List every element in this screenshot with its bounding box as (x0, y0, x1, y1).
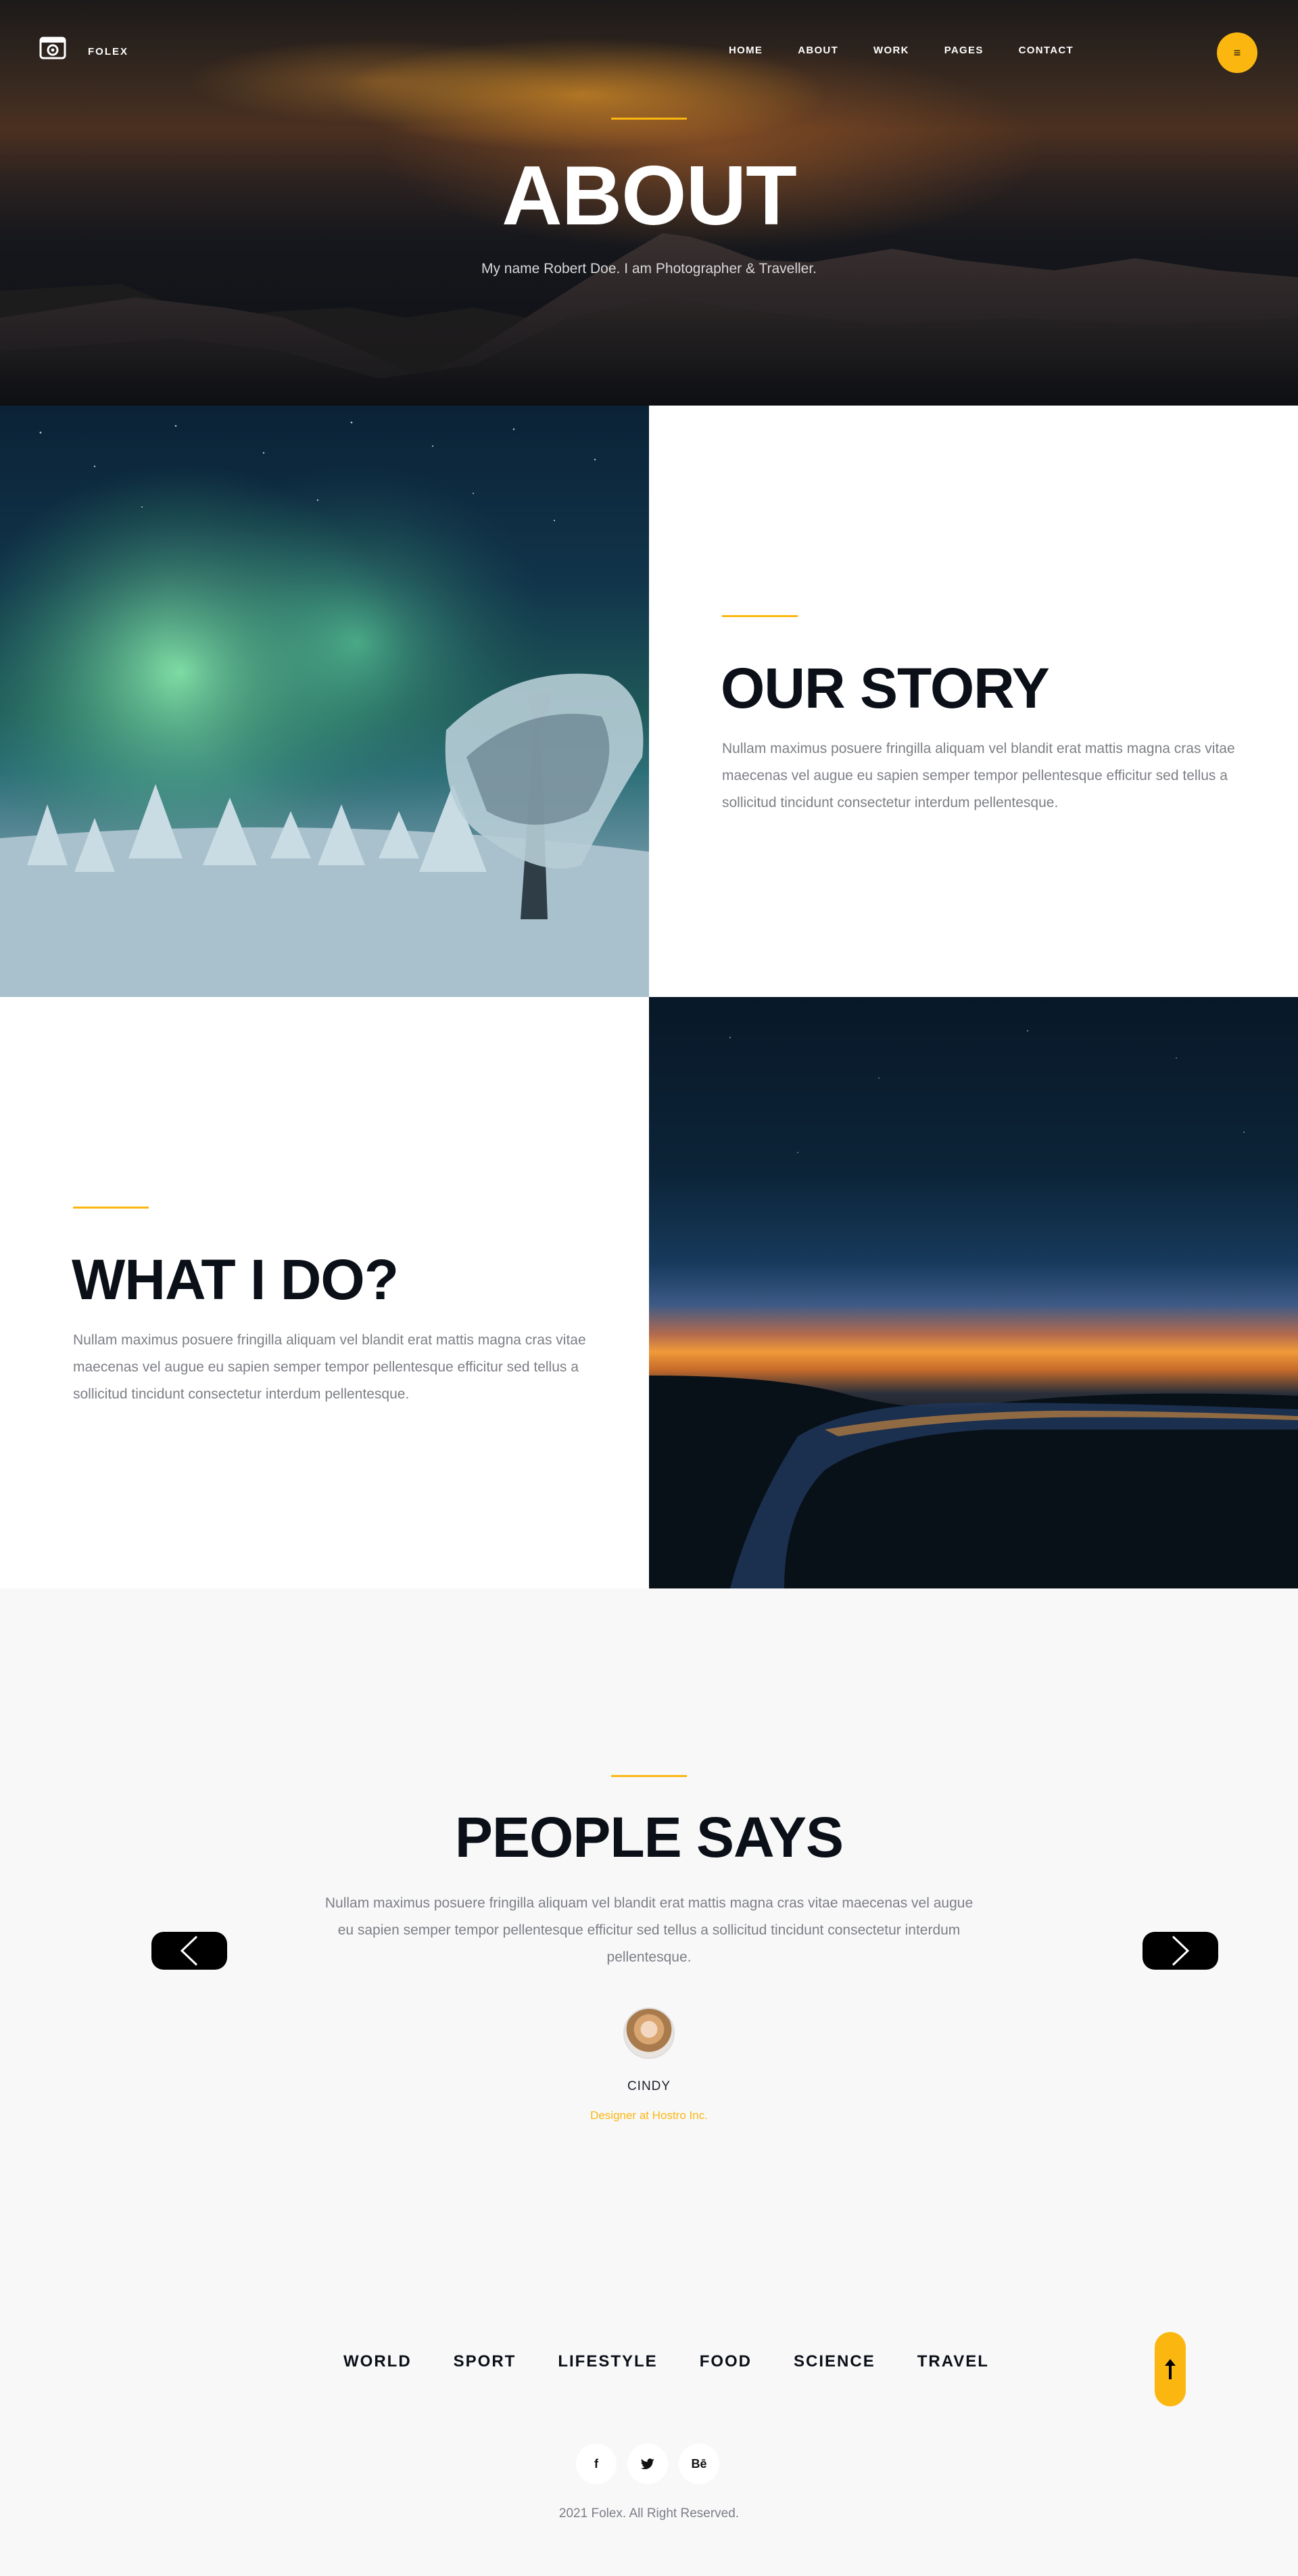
twitter-icon (641, 2458, 654, 2469)
whatido-accent-line (73, 1207, 149, 1209)
nav-item-work[interactable]: WORK (873, 45, 909, 56)
facebook-button[interactable]: f (576, 2444, 617, 2484)
footer-link-lifestyle[interactable]: LIFESTYLE (558, 2352, 657, 2371)
avatar (623, 2008, 675, 2059)
footer-link-world[interactable]: WORLD (343, 2352, 412, 2371)
what-i-do-section: WHAT I DO? Nullam maximus posuere fringi… (0, 997, 649, 1588)
footer-link-science[interactable]: SCIENCE (794, 2352, 875, 2371)
nav-item-home[interactable]: HOME (729, 45, 763, 56)
behance-button[interactable]: Bē (679, 2444, 719, 2484)
aurora-forest-image (0, 406, 649, 997)
testimonials-accent-line (611, 1775, 687, 1777)
nav-item-pages[interactable]: PAGES (944, 45, 984, 56)
whatido-title: WHAT I DO? (72, 1248, 399, 1311)
main-nav: FOLEX HOME ABOUT WORK PAGES CONTACT ≡ (0, 32, 1298, 73)
testimonials-section: PEOPLE SAYS Nullam maximus posuere fring… (0, 1588, 1298, 2278)
twitter-button[interactable] (627, 2444, 668, 2484)
story-title: OUR STORY (721, 656, 1050, 720)
footer: WORLD SPORT LIFESTYLE FOOD SCIENCE TRAVE… (0, 2278, 1298, 2576)
nav-menu: HOME ABOUT WORK PAGES CONTACT (729, 45, 1109, 56)
nav-item-about[interactable]: ABOUT (798, 45, 838, 56)
testimonials-title: PEOPLE SAYS (454, 1805, 844, 1869)
hero-section: FOLEX HOME ABOUT WORK PAGES CONTACT ≡ AB… (0, 0, 1298, 406)
footer-link-food[interactable]: FOOD (700, 2352, 752, 2371)
menu-toggle-button[interactable]: ≡ (1217, 32, 1257, 73)
footer-link-sport[interactable]: SPORT (454, 2352, 516, 2371)
footer-link-travel[interactable]: TRAVEL (917, 2352, 989, 2371)
chevron-right-icon (1172, 1935, 1190, 1966)
behance-icon: Bē (691, 2456, 707, 2471)
arrow-up-icon (1165, 2359, 1176, 2379)
brand-name[interactable]: FOLEX (88, 46, 128, 57)
footer-categories: WORLD SPORT LIFESTYLE FOOD SCIENCE TRAVE… (343, 2352, 1031, 2371)
next-testimonial-button[interactable] (1143, 1932, 1218, 1970)
hamburger-icon: ≡ (1233, 45, 1241, 59)
testimonial-author-role: Designer at Hostro Inc. (590, 2109, 708, 2122)
social-links: f Bē (576, 2444, 719, 2484)
prev-testimonial-button[interactable] (151, 1932, 227, 1970)
story-accent-line (722, 615, 798, 617)
chevron-left-icon (180, 1935, 198, 1966)
nav-item-contact[interactable]: CONTACT (1019, 45, 1074, 56)
hero-accent-line (611, 118, 687, 120)
facebook-icon: f (594, 2456, 598, 2471)
whatido-text: Nullam maximus posuere fringilla aliquam… (73, 1332, 586, 1402)
story-text: Nullam maximus posuere fringilla aliquam… (722, 741, 1235, 810)
our-story-section: OUR STORY Nullam maximus posuere fringil… (649, 406, 1298, 997)
sunset-lake-image (649, 997, 1298, 1588)
hero-subtitle: My name Robert Doe. I am Photographer & … (481, 261, 817, 276)
copyright-text: 2021 Folex. All Right Reserved. (558, 2506, 740, 2521)
testimonial-author-name: CINDY (627, 2079, 671, 2093)
camera-icon[interactable] (39, 35, 66, 59)
back-to-top-button[interactable] (1155, 2332, 1186, 2406)
page-title: ABOUT (502, 149, 797, 243)
testimonial-quote: Nullam maximus posuere fringilla aliquam… (324, 1895, 974, 1965)
